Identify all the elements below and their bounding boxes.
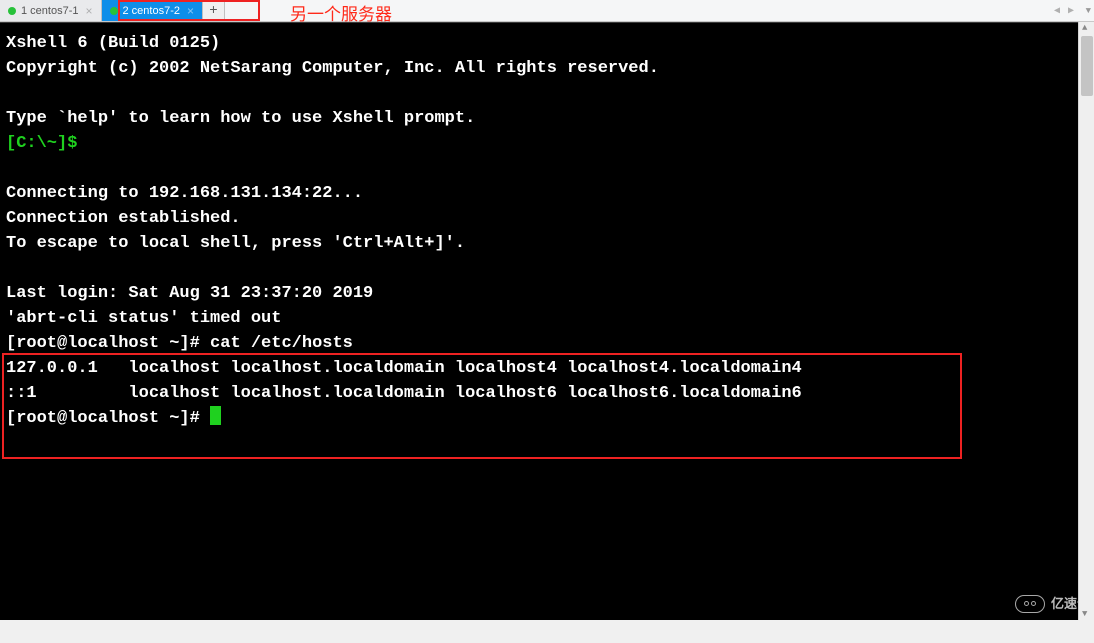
vertical-scrollbar[interactable]: ▲ ▼ (1078, 22, 1094, 620)
terminal-output[interactable]: Xshell 6 (Build 0125) Copyright (c) 2002… (0, 22, 1094, 620)
tab-dropdown[interactable]: ▼ (1086, 0, 1091, 21)
status-dot-icon (8, 7, 16, 15)
tab-centos7-2[interactable]: 2 centos7-2 × (102, 0, 204, 21)
nav-left-icon[interactable]: ◀ (1054, 5, 1060, 17)
terminal-line: 'abrt-cli status' timed out (6, 309, 281, 328)
status-dot-icon (110, 7, 118, 15)
shell-prompt: [root@localhost ~]# (6, 334, 210, 353)
new-tab-button[interactable]: + (203, 0, 225, 21)
terminal-line: Xshell 6 (Build 0125) (6, 34, 220, 53)
cursor-icon (210, 406, 221, 425)
plus-icon: + (209, 3, 217, 19)
watermark-logo-icon (1015, 595, 1045, 613)
close-icon[interactable]: × (85, 4, 92, 18)
tab-nav-arrows: ◀ ▶ (1054, 0, 1074, 21)
terminal-line: Copyright (c) 2002 NetSarang Computer, I… (6, 59, 659, 78)
scroll-down-icon[interactable]: ▼ (1082, 609, 1087, 619)
shell-command: cat /etc/hosts (210, 334, 353, 353)
nav-right-icon[interactable]: ▶ (1068, 5, 1074, 17)
chevron-down-icon: ▼ (1086, 6, 1091, 16)
terminal-line: To escape to local shell, press 'Ctrl+Al… (6, 234, 465, 253)
terminal-line: Type `help' to learn how to use Xshell p… (6, 109, 475, 128)
terminal-line: Connection established. (6, 209, 241, 228)
shell-prompt: [root@localhost ~]# (6, 409, 210, 428)
local-prompt: [C:\~]$ (6, 134, 77, 153)
tab-centos7-1[interactable]: 1 centos7-1 × (0, 0, 102, 21)
tab-bar: 1 centos7-1 × 2 centos7-2 × + ◀ ▶ ▼ (0, 0, 1094, 22)
tab-label: 1 centos7-1 (21, 5, 78, 17)
close-icon[interactable]: × (187, 4, 194, 18)
scroll-up-icon[interactable]: ▲ (1082, 23, 1087, 33)
terminal-line: Last login: Sat Aug 31 23:37:20 2019 (6, 284, 373, 303)
tab-label: 2 centos7-2 (123, 5, 180, 17)
scrollbar-thumb[interactable] (1081, 36, 1093, 96)
terminal-line: Connecting to 192.168.131.134:22... (6, 184, 363, 203)
terminal-line: ::1 localhost localhost.localdomain loca… (6, 384, 802, 403)
terminal-line: 127.0.0.1 localhost localhost.localdomai… (6, 359, 802, 378)
